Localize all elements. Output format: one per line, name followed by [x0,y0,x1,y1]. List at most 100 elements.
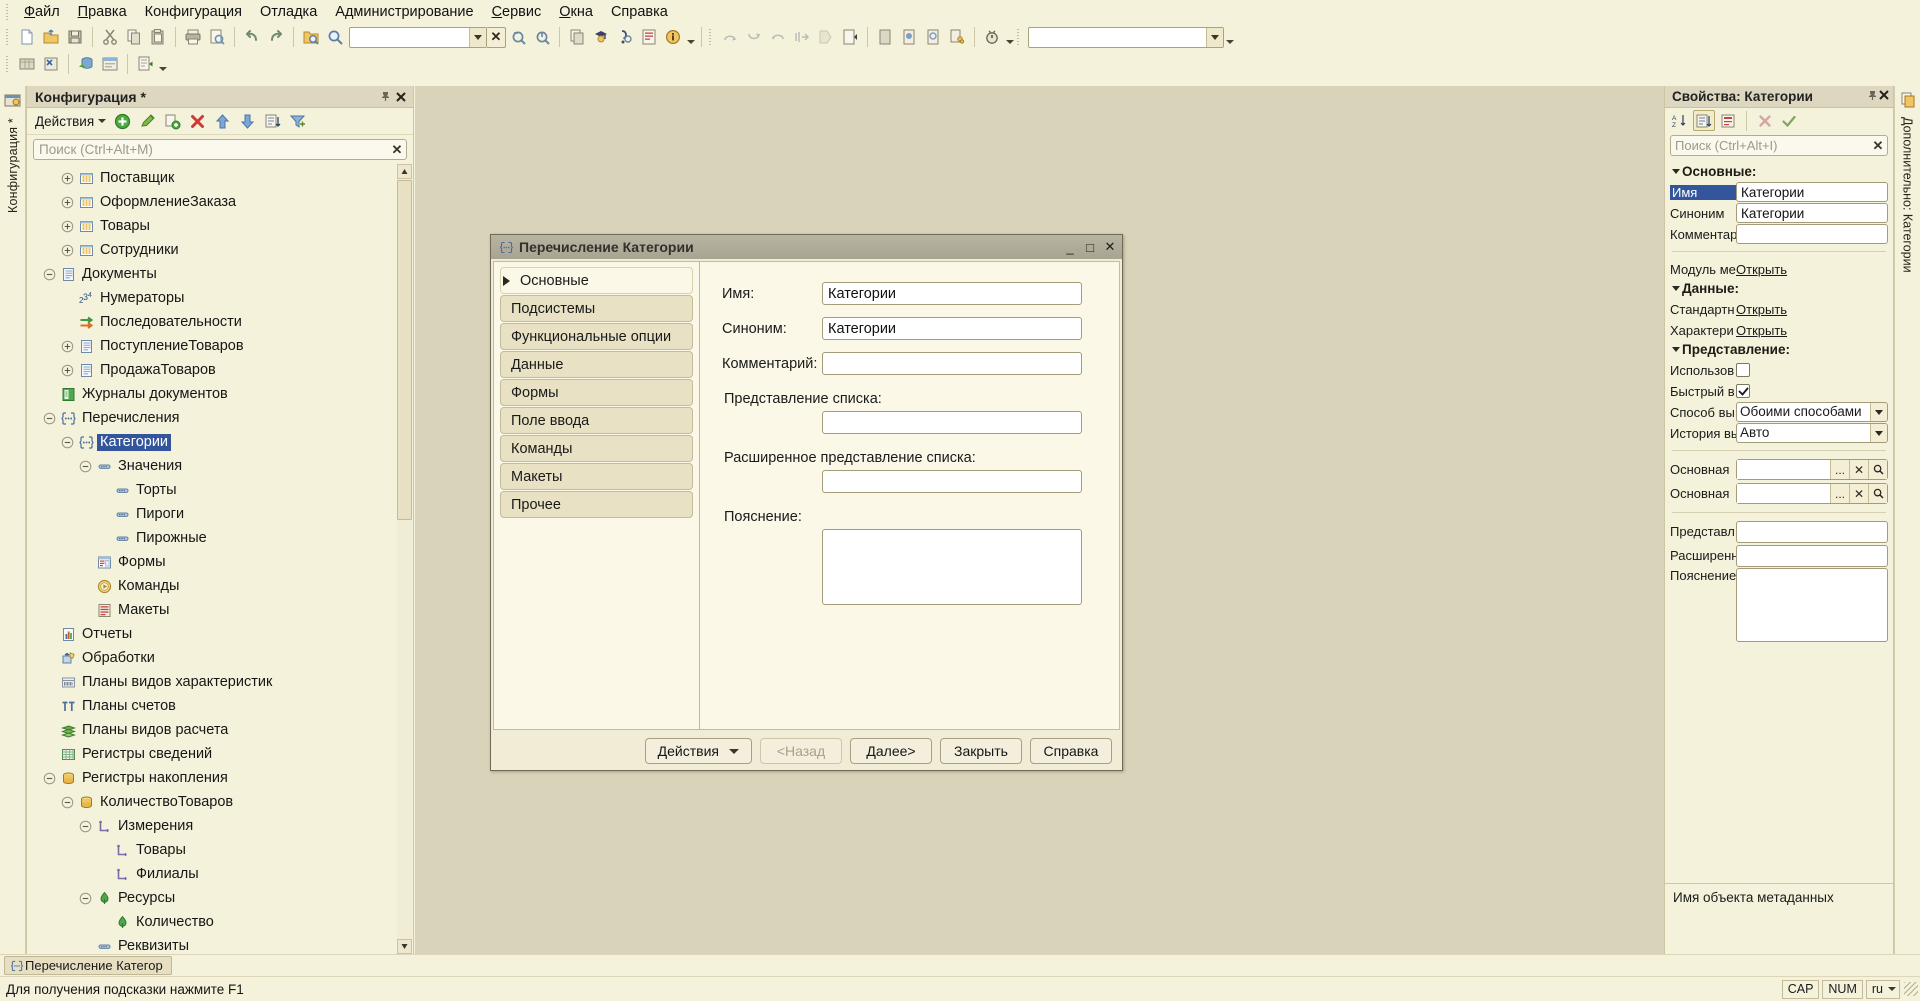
step-over-icon[interactable] [718,25,742,49]
collapse-icon[interactable] [41,406,58,430]
zoom-back-icon[interactable] [506,25,530,49]
chevron-down-icon[interactable] [1004,25,1015,49]
tree-item[interactable]: Филиалы [27,862,397,886]
expand-icon[interactable] [59,214,76,238]
help-button[interactable]: Справка [1030,738,1112,764]
properties-group-basic[interactable]: Основные: [1670,164,1888,179]
property-explanation-textarea[interactable] [1736,568,1888,642]
dialog-nav-item[interactable]: Прочее [500,491,693,518]
clear-icon[interactable]: ✕ [388,142,406,158]
tree-item[interactable]: Товары [27,838,397,862]
pin-icon[interactable] [377,89,393,105]
copy-icon[interactable] [122,25,146,49]
collapse-icon[interactable] [77,814,94,838]
delete-icon[interactable] [185,109,209,133]
tree-item[interactable]: Пирожные [27,526,397,550]
properties-group-presentation[interactable]: Представление: [1670,342,1888,357]
redo-icon[interactable] [264,25,288,49]
zoom-forward-icon[interactable] [530,25,554,49]
tree-item[interactable]: Количество [27,910,397,934]
properties-search-box[interactable]: ✕ [1670,135,1888,156]
close-dialog-button[interactable]: Закрыть [940,738,1022,764]
undo-icon[interactable] [240,25,264,49]
open-folder-icon[interactable] [39,25,63,49]
print-icon[interactable] [181,25,205,49]
property-synonym-label[interactable]: Синоним [1670,206,1736,221]
tree-item[interactable]: Измерения [27,814,397,838]
chevron-down-icon[interactable] [1870,403,1887,421]
chevron-down-icon[interactable] [157,52,168,76]
list-presentation-input[interactable] [822,411,1082,434]
collapse-icon[interactable] [41,766,58,790]
property-history-combo[interactable]: Авто [1736,423,1888,443]
tree-item[interactable]: Товары [27,214,397,238]
new-document-icon[interactable] [15,25,39,49]
paste-icon[interactable] [146,25,170,49]
tree-item[interactable]: КоличествоТоваров [27,790,397,814]
search-icon[interactable] [1868,460,1887,479]
dialog-nav-item[interactable]: Команды [500,435,693,462]
search-icon[interactable] [323,25,347,49]
pin-icon[interactable] [1867,89,1878,104]
tree-item[interactable]: Сотрудники [27,238,397,262]
collapse-icon[interactable] [77,454,94,478]
cut-icon[interactable] [98,25,122,49]
expand-icon[interactable] [59,238,76,262]
property-comment-value[interactable] [1736,224,1888,244]
tree-item[interactable]: Планы видов характеристик [27,670,397,694]
table-close-icon[interactable] [39,52,63,76]
step-out-icon[interactable] [766,25,790,49]
menu-administration[interactable]: Администрирование [326,2,482,22]
dialog-nav-item[interactable]: Данные [500,351,693,378]
maximize-button[interactable]: □ [1080,238,1100,256]
clear-icon[interactable]: ✕ [1849,460,1868,479]
dialog-nav-item[interactable]: Формы [500,379,693,406]
next-button[interactable]: Далее> [850,738,932,764]
name-input[interactable] [822,282,1082,305]
syntax-assistant-icon[interactable] [589,25,613,49]
show-all-icon[interactable] [1717,110,1739,131]
report-run-icon[interactable] [133,52,157,76]
property-quick-choice-checkbox[interactable] [1736,384,1750,398]
search-combo[interactable] [349,26,487,48]
status-language-selector[interactable]: ru [1865,979,1900,999]
toolbar-grip-4[interactable] [4,56,12,72]
tree-item[interactable]: Команды [27,574,397,598]
run-to-icon[interactable] [814,25,838,49]
explanation-textarea[interactable] [822,529,1082,605]
filter-icon[interactable] [285,109,309,133]
close-button[interactable]: ✕ [1100,238,1120,256]
chevron-down-icon[interactable] [685,25,696,49]
property-presentation-value[interactable] [1736,520,1888,543]
tree-scrollbar[interactable] [397,164,412,954]
tree-item[interactable]: Реквизиты [27,934,397,955]
properties-group-data[interactable]: Данные: [1670,281,1888,296]
configuration-search-box[interactable]: ✕ [33,139,407,160]
tree-item[interactable]: Макеты [27,598,397,622]
dialog-titlebar[interactable]: Перечисление Категории _ □ ✕ [491,235,1122,259]
window-icon[interactable] [98,52,122,76]
tree-item[interactable]: ОформлениеЗаказа [27,190,397,214]
tree-item[interactable]: Поставщик [27,166,397,190]
tree-item[interactable]: Планы счетов [27,694,397,718]
tree-item[interactable]: Журналы документов [27,382,397,406]
close-icon[interactable] [1878,89,1890,104]
property-extended-value[interactable] [1736,544,1888,567]
expand-icon[interactable] [59,166,76,190]
extended-list-presentation-input[interactable] [822,470,1082,493]
toolbar-grip-1[interactable] [4,29,12,45]
tree-item[interactable]: ПоступлениеТоваров [27,334,397,358]
comment-input[interactable] [822,352,1082,375]
property-name-label[interactable]: Имя [1670,184,1736,200]
back-button[interactable]: <Назад [760,738,842,764]
breakpoint-list-icon[interactable] [873,25,897,49]
tree-item[interactable]: Обработки [27,646,397,670]
info-icon[interactable] [661,25,685,49]
expand-icon[interactable] [59,190,76,214]
disable-breakpoint-icon[interactable] [921,25,945,49]
tree-item[interactable]: ПродажаТоваров [27,358,397,382]
collapse-icon[interactable] [59,430,76,454]
chevron-down-icon[interactable] [1206,27,1223,47]
goto-cursor-icon[interactable] [790,25,814,49]
search-icon[interactable] [1868,484,1887,503]
